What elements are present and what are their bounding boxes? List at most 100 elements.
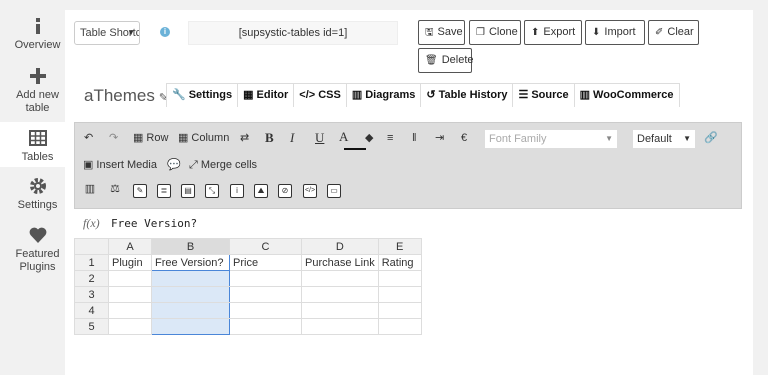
delete-button[interactable]: 🗑 Delete: [418, 48, 474, 73]
tab-diagrams[interactable]: ▥ Diagrams: [345, 83, 422, 107]
italic-button[interactable]: I: [290, 128, 294, 148]
table-cell[interactable]: [229, 270, 302, 287]
formula-value[interactable]: Free Version?: [111, 213, 197, 234]
table-cell[interactable]: Plugin: [108, 254, 152, 271]
add-row-button[interactable]: ▦ Row: [133, 128, 168, 148]
font-family-select[interactable]: Font Family ▼: [484, 129, 618, 149]
table-cell[interactable]: [108, 302, 152, 319]
shortcode-type-select[interactable]: Table Shortcode ▼: [74, 21, 140, 45]
import-button[interactable]: ⬇ Import: [585, 20, 645, 45]
tab-source[interactable]: ☰ Source: [512, 83, 575, 107]
code-icon: </>: [299, 89, 316, 101]
table-cell[interactable]: [108, 270, 152, 287]
table-cell[interactable]: [151, 302, 230, 319]
tab-label: CSS: [318, 89, 341, 101]
chart-icon[interactable]: ▥: [83, 184, 97, 198]
table-cell[interactable]: [301, 270, 379, 287]
add-column-button[interactable]: ▦ Column: [178, 128, 229, 148]
tab-label: WooCommerce: [593, 89, 674, 101]
code-icon[interactable]: </>: [303, 184, 317, 198]
link-icon[interactable]: 🔗: [704, 128, 718, 148]
sidebar-item-overview[interactable]: Overview: [0, 16, 75, 52]
sidebar-item-label: Settings: [17, 199, 58, 211]
column-header[interactable]: C: [229, 238, 302, 255]
info-icon[interactable]: i: [160, 27, 170, 37]
table-cell[interactable]: [301, 286, 379, 303]
bold-button[interactable]: B: [265, 128, 274, 148]
corner-cell: [74, 238, 109, 255]
eraser-icon: ✐: [655, 27, 664, 38]
row-header[interactable]: 2: [74, 270, 109, 287]
font-size-select[interactable]: Default ▼: [632, 129, 696, 149]
scale-icon[interactable]: ⚖: [108, 184, 122, 198]
row-header[interactable]: 3: [74, 286, 109, 303]
table-cell[interactable]: [377, 318, 422, 335]
sidebar-item-settings[interactable]: Settings: [0, 176, 75, 212]
picture-icon[interactable]: ⛰: [254, 184, 268, 198]
merge-cells-button[interactable]: ⤢ Merge cells: [189, 155, 257, 175]
row-header[interactable]: 5: [74, 318, 109, 335]
save-button[interactable]: 🖫 Save: [418, 20, 465, 45]
table-cell[interactable]: Price: [229, 254, 302, 271]
table-cell[interactable]: [377, 286, 422, 303]
row-header[interactable]: 4: [74, 302, 109, 319]
tab-css[interactable]: </> CSS: [293, 83, 347, 107]
table-cell-selected[interactable]: Free Version?: [151, 254, 230, 271]
column-header[interactable]: E: [377, 238, 422, 255]
window-icon[interactable]: ▭: [327, 184, 341, 198]
tab-woocommerce[interactable]: ▥ WooCommerce: [573, 83, 680, 107]
currency-button[interactable]: €: [461, 128, 467, 148]
ban-icon[interactable]: ⊘: [278, 184, 292, 198]
table-cell[interactable]: [108, 286, 152, 303]
text-color-button[interactable]: A: [339, 127, 348, 147]
align-icon[interactable]: ≡: [387, 128, 393, 148]
table-cell[interactable]: Rating: [377, 254, 422, 271]
table-cell[interactable]: Purchase Link: [301, 254, 379, 271]
column-label: Column: [191, 132, 230, 144]
sidebar-item-add-new-table[interactable]: Add new table: [0, 66, 75, 115]
tab-settings[interactable]: 🔧 Settings: [166, 83, 239, 107]
list-icon[interactable]: ≣: [157, 184, 171, 198]
table-cell[interactable]: [301, 318, 379, 335]
clone-button[interactable]: ❐ Clone: [469, 20, 521, 45]
table-row: 3: [74, 286, 422, 303]
table-cell[interactable]: [229, 318, 302, 335]
insert-media-button[interactable]: ▣ Insert Media: [83, 155, 157, 175]
sidebar-item-featured-plugins[interactable]: Featured Plugins: [0, 225, 75, 274]
redo-icon[interactable]: ↷: [109, 128, 118, 148]
table-cell[interactable]: [151, 318, 230, 335]
valign-icon[interactable]: ‖: [412, 128, 417, 148]
formula-bar[interactable]: f(x) Free Version?: [74, 213, 742, 234]
table-cell[interactable]: [229, 286, 302, 303]
table-cell[interactable]: [229, 302, 302, 319]
table-cell[interactable]: [377, 302, 422, 319]
spreadsheet-grid[interactable]: A B C D E 1 Plugin Free Version? Price P…: [74, 238, 422, 335]
table-cell[interactable]: [301, 302, 379, 319]
tab-editor[interactable]: ▦ Editor: [237, 83, 295, 107]
column-header[interactable]: B: [151, 238, 230, 255]
table-cell[interactable]: [108, 318, 152, 335]
comment-icon[interactable]: 💬: [167, 155, 181, 175]
clear-button[interactable]: ✐ Clear: [648, 20, 699, 45]
shortcode-field[interactable]: [supsystic-tables id=1]: [188, 21, 398, 45]
table-cell[interactable]: [151, 286, 230, 303]
swap-icon[interactable]: ⇄: [240, 128, 249, 148]
info-box-icon[interactable]: i: [230, 184, 244, 198]
clone-label: Clone: [488, 26, 518, 38]
table-cell[interactable]: [151, 270, 230, 287]
calendar-icon[interactable]: ▤: [181, 184, 195, 198]
table-cell[interactable]: [377, 270, 422, 287]
heart-icon: [29, 227, 46, 243]
sidebar-item-tables[interactable]: Tables: [0, 122, 75, 167]
edit-icon[interactable]: ✎: [133, 184, 147, 198]
column-header[interactable]: D: [301, 238, 379, 255]
export-button[interactable]: ⬆ Export: [524, 20, 582, 45]
row-header[interactable]: 1: [74, 254, 109, 271]
tab-table-history[interactable]: ↺ Table History: [420, 83, 514, 107]
wrap-icon[interactable]: ⇥: [435, 128, 444, 148]
fill-color-icon[interactable]: ◆: [365, 128, 373, 148]
underline-button[interactable]: U: [315, 128, 324, 148]
resize-icon[interactable]: ⤡: [205, 184, 219, 198]
column-header[interactable]: A: [108, 238, 152, 255]
undo-icon[interactable]: ↶: [84, 128, 93, 148]
